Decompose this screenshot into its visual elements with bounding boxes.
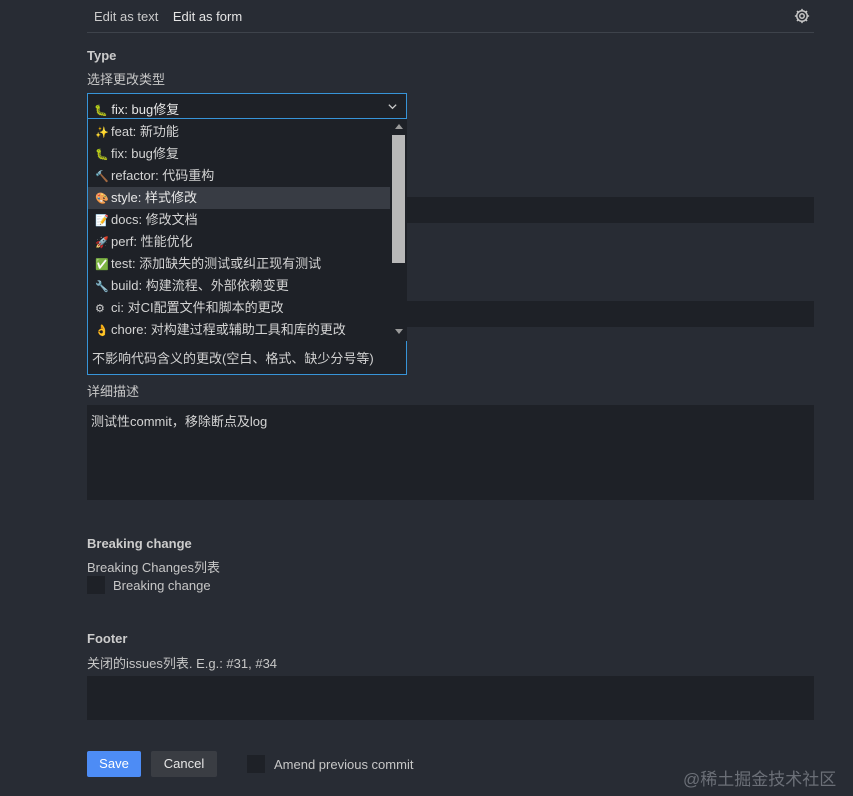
bug-icon: 🐛 — [94, 105, 108, 117]
option-label: perf: 性能优化 — [111, 234, 193, 249]
option-ci[interactable]: ⚙ ci: 对CI配置文件和脚本的更改 — [88, 297, 390, 319]
detail-textarea[interactable]: 测试性commit，移除断点及log — [87, 405, 814, 500]
option-label: feat: 新功能 — [111, 124, 179, 139]
type-select[interactable]: 🐛 fix: bug修复 — [87, 93, 407, 119]
rocket-icon: 🚀 — [95, 237, 109, 249]
option-label: chore: 对构建过程或辅助工具和库的更改 — [111, 322, 346, 337]
save-button[interactable]: Save — [87, 751, 141, 777]
footer-input[interactable] — [87, 676, 814, 720]
amend-checkbox[interactable] — [247, 755, 265, 773]
tab-edit-as-form[interactable]: Edit as form — [165, 0, 250, 33]
option-refactor[interactable]: 🔨 refactor: 代码重构 — [88, 165, 390, 187]
option-test[interactable]: ✅ test: 添加缺失的测试或纠正现有测试 — [88, 253, 390, 275]
dropdown-scroll-thumb[interactable] — [392, 135, 405, 263]
option-docs[interactable]: 📝 docs: 修改文档 — [88, 209, 390, 231]
type-description: 选择更改类型 — [87, 72, 166, 87]
type-select-value: 🐛 fix: bug修复 — [94, 99, 179, 118]
breaking-description: Breaking Changes列表 — [87, 560, 220, 575]
chevron-down-icon — [388, 104, 397, 110]
option-feat[interactable]: ✨ feat: 新功能 — [88, 121, 390, 143]
detail-label: 详细描述 — [87, 384, 140, 399]
type-dropdown[interactable]: ✨ feat: 新功能 🐛 fix: bug修复 🔨 refactor: 代码重构 🎨… — [87, 119, 407, 375]
cancel-button[interactable]: Cancel — [151, 751, 217, 777]
footer-description: 关闭的issues列表. E.g.: #31, #34 — [87, 656, 278, 671]
hammer-icon: 🔨 — [95, 171, 109, 183]
palette-icon: 🎨 — [95, 193, 109, 205]
memo-icon: 📝 — [95, 215, 109, 227]
check-mark-icon: ✅ — [95, 259, 109, 271]
bug-icon: 🐛 — [95, 149, 109, 161]
option-label: docs: 修改文档 — [111, 212, 198, 227]
gear-icon: ⚙ — [95, 303, 105, 315]
breaking-change-checkbox[interactable] — [87, 576, 105, 594]
option-chore[interactable]: 👌 chore: 对构建过程或辅助工具和库的更改 — [88, 319, 390, 341]
amend-label: Amend previous commit — [274, 757, 414, 772]
option-label: ci: 对CI配置文件和脚本的更改 — [111, 300, 284, 315]
ok-hand-icon: 👌 — [95, 325, 109, 337]
option-hover-description: 不影响代码含义的更改(空白、格式、缺少分号等) — [92, 351, 374, 366]
gear-icon[interactable] — [793, 7, 811, 25]
option-fix[interactable]: 🐛 fix: bug修复 — [88, 143, 390, 165]
scroll-up-arrow-icon[interactable] — [395, 124, 403, 129]
option-build[interactable]: 🔧 build: 构建流程、外部依赖变更 — [88, 275, 390, 297]
option-label: fix: bug修复 — [111, 146, 179, 161]
option-label: test: 添加缺失的测试或纠正现有测试 — [111, 256, 322, 271]
breaking-change-label: Breaking change — [113, 578, 211, 593]
scroll-down-arrow-icon[interactable] — [395, 329, 403, 334]
tab-divider — [87, 32, 814, 33]
type-select-label: fix: bug修复 — [111, 102, 180, 117]
option-label: style: 样式修改 — [111, 190, 197, 205]
watermark: @稀土掘金技术社区 — [683, 770, 837, 789]
option-label: build: 构建流程、外部依赖变更 — [111, 278, 289, 293]
option-perf[interactable]: 🚀 perf: 性能优化 — [88, 231, 390, 253]
tab-edit-as-text[interactable]: Edit as text — [94, 0, 158, 33]
footer-title: Footer — [87, 631, 128, 646]
wrench-icon: 🔧 — [95, 281, 109, 293]
sparkles-icon: ✨ — [95, 127, 109, 139]
option-label: refactor: 代码重构 — [111, 168, 215, 183]
type-title: Type — [87, 48, 117, 63]
breaking-title: Breaking change — [87, 536, 192, 551]
option-style[interactable]: 🎨 style: 样式修改 — [88, 187, 390, 209]
